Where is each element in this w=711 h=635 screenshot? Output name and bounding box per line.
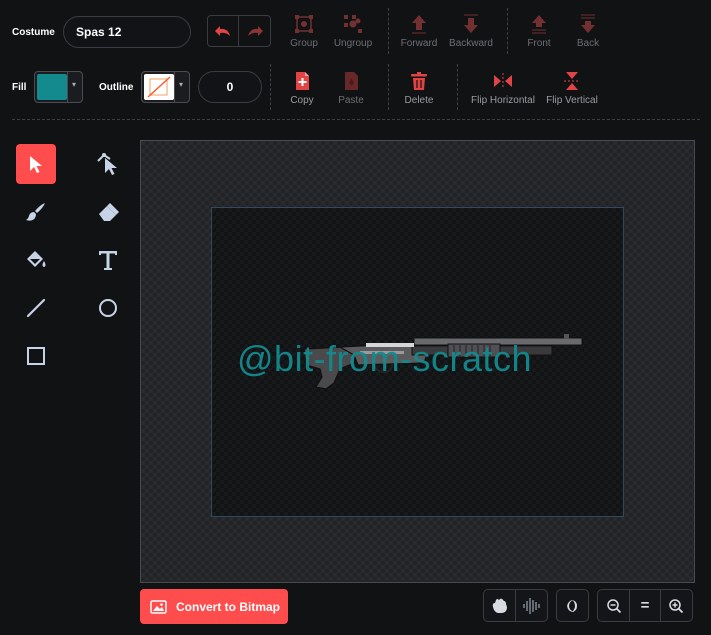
no-color-icon <box>147 76 171 98</box>
fill-color-picker[interactable]: ▾ <box>34 71 83 103</box>
delete-label: Delete <box>404 95 434 106</box>
fill-tool[interactable] <box>16 240 56 280</box>
waveform-icon <box>523 597 540 614</box>
toolbar-divider <box>388 8 389 54</box>
line-tool[interactable] <box>16 288 56 328</box>
brush-tool[interactable] <box>16 192 56 232</box>
zoom-reset-label: = <box>640 597 650 614</box>
text-tool[interactable] <box>88 240 128 280</box>
fill-dropdown-caret: ▾ <box>72 80 77 89</box>
circle-tool[interactable] <box>88 288 128 328</box>
outline-color-picker[interactable]: ▾ <box>141 71 190 103</box>
eraser-tool[interactable] <box>88 192 128 232</box>
redo-button[interactable] <box>239 16 270 46</box>
back-icon <box>581 14 595 33</box>
flip-horizontal-button[interactable]: Flip Horizontal <box>467 70 539 106</box>
paste-icon <box>345 72 358 90</box>
paste-label: Paste <box>338 95 364 106</box>
zoom-in-button[interactable] <box>660 590 691 621</box>
toolbar-divider <box>388 64 389 110</box>
brush-icon <box>26 203 45 221</box>
outline-none-swatch <box>144 74 174 100</box>
watermark-text: @bit-from-scratch <box>237 338 533 379</box>
flip-vertical-label: Flip Vertical <box>546 95 598 106</box>
convert-to-bitmap-label: Convert to Bitmap <box>176 599 281 614</box>
back-button[interactable]: Back <box>565 13 611 49</box>
delete-button[interactable]: Delete <box>396 70 442 106</box>
ungroup-label: Ungroup <box>333 38 373 49</box>
ungroup-button[interactable]: Ungroup <box>330 13 376 49</box>
fill-label: Fill <box>12 82 27 93</box>
group-button[interactable]: Group <box>281 13 327 49</box>
group-label: Group <box>290 38 318 49</box>
dark-mode-button[interactable] <box>557 590 588 621</box>
bitmap-image-icon <box>150 599 167 614</box>
fill-color-swatch <box>37 74 67 100</box>
paste-button[interactable]: Paste <box>328 70 374 106</box>
theme-group <box>556 589 589 622</box>
backward-button[interactable]: Backward <box>447 13 495 49</box>
group-icon <box>295 15 313 33</box>
copy-button[interactable]: Copy <box>279 70 325 106</box>
forward-button[interactable]: Forward <box>396 13 442 49</box>
copy-label: Copy <box>290 95 314 106</box>
toolbar-divider <box>457 64 458 110</box>
rectangle-tool[interactable] <box>16 336 56 376</box>
select-tool[interactable] <box>16 144 56 184</box>
flip-vertical-button[interactable]: Flip Vertical <box>543 70 601 106</box>
reshape-icon <box>97 153 117 175</box>
front-icon <box>532 15 546 34</box>
circle-icon <box>99 299 117 317</box>
eraser-icon <box>99 203 119 221</box>
moon-icon <box>566 599 577 612</box>
paint-bucket-icon <box>27 251 46 267</box>
brush-mode-button[interactable] <box>484 590 515 621</box>
undo-button[interactable] <box>208 16 240 46</box>
redo-icon <box>247 26 263 36</box>
costume-name-input[interactable]: Spas 12 <box>63 16 191 48</box>
zoom-out-button[interactable] <box>598 590 629 621</box>
delete-icon <box>411 72 427 90</box>
convert-to-bitmap-button[interactable]: Convert to Bitmap <box>140 589 288 624</box>
costume-label: Costume <box>12 27 55 38</box>
toolbar-divider <box>507 8 508 54</box>
select-arrow-icon <box>30 156 42 173</box>
copy-icon <box>296 72 309 90</box>
history-group <box>207 15 271 47</box>
forward-icon <box>412 15 426 34</box>
front-label: Front <box>527 38 551 49</box>
forward-label: Forward <box>400 38 438 49</box>
front-button[interactable]: Front <box>516 13 562 49</box>
toolbar-bottom-divider <box>12 119 700 120</box>
line-icon <box>26 298 46 318</box>
hand-icon <box>492 598 507 613</box>
backward-label: Backward <box>449 38 493 49</box>
flip-horizontal-label: Flip Horizontal <box>471 95 535 106</box>
flip-horizontal-icon <box>494 73 512 89</box>
zoom-reset-button[interactable]: = <box>629 590 660 621</box>
outline-width-input[interactable]: 0 <box>198 71 262 103</box>
zoom-controls: = <box>597 589 693 622</box>
back-label: Back <box>576 38 600 49</box>
backward-icon <box>464 14 478 33</box>
reshape-tool[interactable] <box>88 144 128 184</box>
rectangle-icon <box>27 347 45 365</box>
undo-icon <box>215 26 230 36</box>
waveform-button[interactable] <box>515 590 546 621</box>
flip-vertical-icon <box>564 72 580 90</box>
zoom-out-icon <box>606 598 621 613</box>
zoom-in-icon <box>669 598 684 613</box>
outline-label: Outline <box>99 82 134 93</box>
text-icon <box>99 251 117 270</box>
brush-smoothing-group <box>483 589 548 622</box>
outline-dropdown-caret: ▾ <box>179 80 184 89</box>
ungroup-icon <box>344 15 362 33</box>
toolbar-divider <box>270 64 271 110</box>
